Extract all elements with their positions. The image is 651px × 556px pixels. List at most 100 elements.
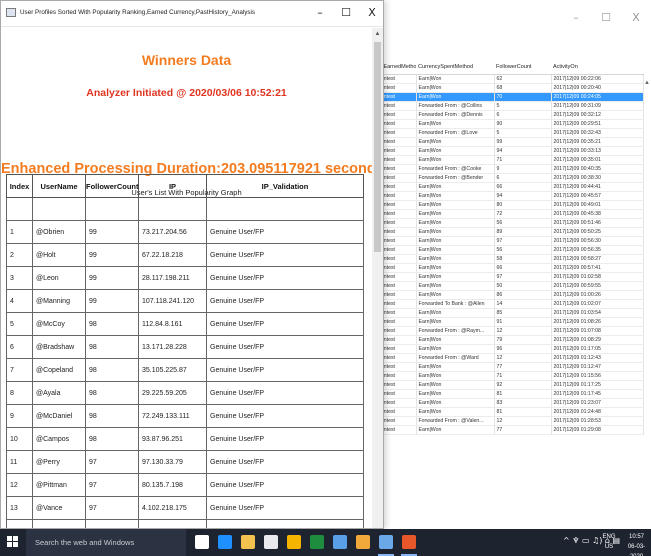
grid-row[interactable]: on|ContestForwarded From : @Valen...1220… (368, 416, 644, 426)
scrollbar-thumb[interactable] (374, 42, 381, 252)
grid-cell: Forwarded To Bank : @Allen (416, 299, 495, 309)
grid-row[interactable]: on|ContestEarn|Won972017|12|09 00:56:30 (368, 236, 644, 246)
grid-row[interactable]: on|ContestEarn|Won772017|12|09 01:29:08 (368, 425, 644, 435)
grid-row[interactable]: on|ContestEarn|Won942017|12|09 00:33:13 (368, 146, 644, 156)
grid-column-header[interactable]: FollowerCount (494, 60, 551, 75)
grid-cell: 2017|12|09 00:38:30 (551, 173, 644, 183)
grid-row[interactable]: on|ContestEarn|Won912017|12|09 01:08:26 (368, 317, 644, 327)
grid-row[interactable]: on|ContestEarn|Won582017|12|09 00:58:27 (368, 254, 644, 264)
language-indicator[interactable]: ENG US (600, 532, 618, 552)
grid-row[interactable]: on|ContestEarn|Won992017|12|09 00:35:21 (368, 137, 644, 147)
title-bar[interactable]: User Profiles Sorted With Popularity Ran… (1, 1, 383, 27)
grid-cell: 71 (494, 155, 552, 165)
grid-row[interactable]: on|ContestEarn|Won812017|12|09 01:24:48 (368, 407, 644, 417)
grid-cell: Forwarded From : @Collins (416, 101, 495, 111)
background-close-button[interactable]: X (621, 11, 651, 24)
grid-row[interactable]: on|ContestForwarded From : @Love52017|12… (368, 128, 644, 138)
grid-row[interactable]: on|ContestEarn|Won712017|12|09 00:35:01 (368, 155, 644, 165)
task-view-icon[interactable] (195, 535, 209, 549)
table-row: 5 @McCoy 98 112.84.8.161 Genuine User/FP (6, 312, 364, 336)
grid-column-header[interactable]: ActivityOn (551, 60, 643, 75)
file-explorer-icon[interactable] (241, 535, 255, 549)
grid-row[interactable]: on|ContestEarn|Won962017|12|09 01:17:05 (368, 344, 644, 354)
grid-row[interactable]: on|ContestEarn|Won802017|12|09 00:49:01 (368, 200, 644, 210)
grid-column-header[interactable]: CurrencySpentMethod (416, 60, 494, 75)
minimize-button[interactable]: – (309, 6, 331, 20)
grid-row[interactable]: on|ContestEarn|Won722017|12|09 00:45:38 (368, 209, 644, 219)
grid-cell: 2017|12|09 00:40:35 (551, 164, 644, 174)
grid-cell: 14 (494, 299, 552, 309)
table-cell: 5 (6, 312, 33, 336)
grid-row[interactable]: on|ContestEarn|Won792017|12|09 01:08:29 (368, 335, 644, 345)
activity-data-grid[interactable]: rencyEarnedMethod CurrencySpentMethod Foll… (368, 60, 644, 435)
grid-row[interactable]: on|ContestEarn|Won972017|12|09 01:02:58 (368, 272, 644, 282)
table-cell: @Copeland (32, 358, 86, 382)
grid-row[interactable]: on|ContestEarn|Won862017|12|09 01:00:26 (368, 290, 644, 300)
grid-row[interactable]: on|ContestEarn|Won502017|12|09 00:59:55 (368, 281, 644, 291)
grid-row[interactable]: on|ContestEarn|Won922017|12|09 01:17:25 (368, 380, 644, 390)
maximize-button[interactable]: ☐ (335, 6, 357, 20)
grid-row[interactable]: on|ContestEarn|Won832017|12|09 01:23:07 (368, 398, 644, 408)
table-row (6, 197, 364, 221)
table-cell: 11 (6, 450, 33, 474)
background-minimize-button[interactable]: – (561, 11, 591, 24)
grid-row[interactable]: on|ContestEarn|Won712017|12|09 01:15:56 (368, 371, 644, 381)
grid-cell: 12 (494, 326, 552, 336)
grid-row[interactable]: on|ContestEarn|Won662017|12|09 00:44:41 (368, 182, 644, 192)
table-cell: @Leon (32, 266, 86, 290)
grid-row[interactable]: on|ContestEarn|Won562017|12|09 00:51:46 (368, 218, 644, 228)
windows-start-icon[interactable] (7, 536, 19, 548)
table-cell: 13.171.28.228 (138, 335, 207, 359)
grid-cell: 6 (494, 110, 552, 120)
grid-cell: 83 (494, 398, 552, 408)
grid-row[interactable]: on|ContestForwarded From : @Raym...12201… (368, 326, 644, 336)
grid-row[interactable]: on|ContestForwarded To Bank : @Allen1420… (368, 299, 644, 309)
grid-cell: 66 (494, 263, 552, 273)
table-cell: 8 (6, 381, 33, 405)
grid-row[interactable]: on|ContestEarn|Won662017|12|09 00:57:41 (368, 263, 644, 273)
grid-cell: 66 (494, 182, 552, 192)
grid-cell: 2017|12|09 00:32:12 (551, 110, 644, 120)
grid-row[interactable]: on|ContestEarn|Won852017|12|09 01:03:54 (368, 308, 644, 318)
grid-row[interactable]: on|ContestForwarded From : @Bender62017|… (368, 173, 644, 183)
vertical-scrollbar[interactable]: ▲ (372, 28, 383, 528)
table-cell: 4.102.218.175 (138, 496, 207, 520)
grid-row[interactable]: on|ContestEarn|Won812017|12|09 01:17:45 (368, 389, 644, 399)
grid-cell: 2017|12|09 01:29:08 (551, 425, 644, 435)
taskbar-search-box[interactable]: Search the web and Windows (26, 529, 186, 556)
background-maximize-button[interactable]: ☐ (591, 11, 621, 24)
grid-row[interactable]: on|ContestEarn|Won702017|12|09 00:24:05 (368, 92, 644, 102)
grid-cell: 2017|12|09 01:08:26 (551, 317, 644, 327)
winners-report-window[interactable]: User Profiles Sorted With Popularity Ran… (0, 0, 384, 529)
table-cell: 13 (6, 496, 33, 520)
grid-cell: Earn|Won (416, 200, 495, 210)
background-data-window[interactable]: – ☐ X rencyEarnedMethod CurrencySpentMeth… (368, 0, 651, 529)
close-button[interactable]: X (361, 6, 383, 20)
excel-icon[interactable] (310, 535, 324, 549)
table-cell: @Perry (32, 450, 86, 474)
grid-row[interactable]: on|ContestForwarded From : @Dennis62017|… (368, 110, 644, 120)
app-window-icon[interactable] (379, 535, 393, 549)
grid-row[interactable]: on|ContestEarn|Won562017|12|09 00:56:35 (368, 245, 644, 255)
python-icon[interactable] (333, 535, 347, 549)
grid-row[interactable]: on|ContestEarn|Won772017|12|09 01:12:47 (368, 362, 644, 372)
grid-cell: Earn|Won (416, 362, 495, 372)
grid-row[interactable]: on|ContestEarn|Won942017|12|09 00:45:57 (368, 191, 644, 201)
edge-icon[interactable] (218, 535, 232, 549)
grid-scroll-up-icon[interactable]: ▲ (643, 80, 651, 88)
grid-row[interactable]: on|ContestForwarded From : @Cooke92017|1… (368, 164, 644, 174)
grid-cell: Earn|Won (416, 263, 495, 273)
grid-row[interactable]: on|ContestForwarded From : @Collins52017… (368, 101, 644, 111)
grid-row[interactable]: on|ContestForwarded From : @Ward122017|1… (368, 353, 644, 363)
anaconda-icon[interactable] (356, 535, 370, 549)
taskbar-clock[interactable]: 10:57 06-03-2020 (622, 532, 651, 556)
python-idle-icon[interactable] (402, 535, 416, 549)
grid-row[interactable]: on|ContestEarn|Won892017|12|09 00:50:25 (368, 227, 644, 237)
grid-row[interactable]: on|ContestEarn|Won682017|12|09 00:20:40 (368, 83, 644, 93)
grid-row[interactable]: on|ContestEarn|Won902017|12|09 00:29:51 (368, 119, 644, 129)
table-cell: Genuine User/FP (206, 427, 364, 451)
store-icon[interactable] (264, 535, 278, 549)
grid-row[interactable]: on|ContestEarn|Won622017|12|09 00:22:06 (368, 74, 644, 84)
chrome-icon[interactable] (287, 535, 301, 549)
scroll-up-arrow-icon[interactable]: ▲ (372, 31, 383, 37)
